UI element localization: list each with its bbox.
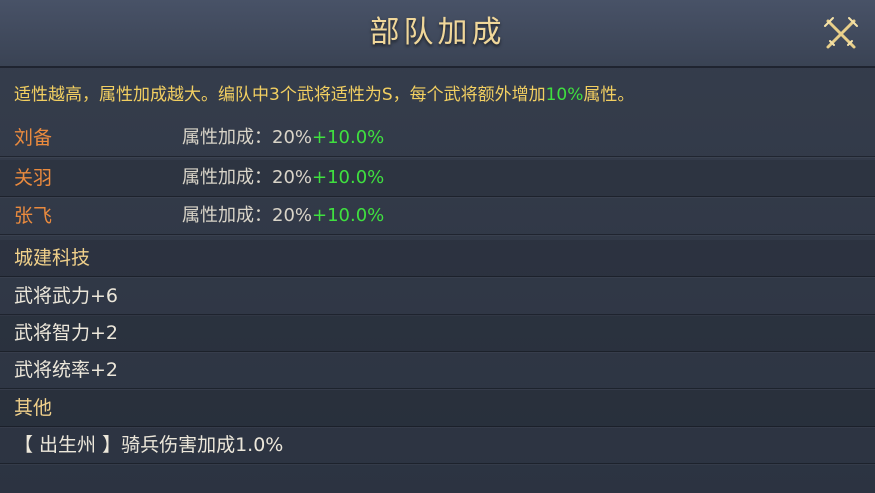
panel-title: 部队加成	[369, 15, 506, 50]
general-name: 关羽	[14, 167, 53, 189]
tech-item: 武将武力+6	[14, 285, 119, 307]
list-item: 武将智力+2	[0, 315, 875, 352]
tech-item: 武将智力+2	[14, 322, 119, 344]
general-bonus: 属性加成：20%+10.0%	[182, 205, 385, 226]
description-suffix: 属性。	[583, 85, 635, 105]
description-highlight: 10%	[545, 85, 584, 105]
crossed-swords-icon	[824, 17, 858, 49]
bonus-description: 适性越高，属性加成越大。编队中3个武将适性为S，每个武将额外增加10%属性。	[14, 80, 864, 105]
bonus-extra: +10.0%	[312, 167, 385, 188]
list-item: 武将统率+2	[0, 352, 875, 389]
close-button[interactable]	[821, 14, 861, 54]
other-item: 【 出生州 】骑兵伤害加成1.0%	[14, 434, 284, 456]
list-item: 武将武力+6	[0, 278, 875, 315]
section-heading-other: 其他	[14, 397, 53, 419]
general-row: 关羽 属性加成：20%+10.0%	[0, 160, 875, 197]
bonus-extra: +10.0%	[312, 127, 385, 148]
description-text: 适性越高，属性加成越大。编队中3个武将适性为S，每个武将额外增加	[14, 85, 546, 105]
tech-item: 武将统率+2	[14, 359, 119, 381]
section-row: 城建科技	[0, 240, 875, 277]
general-bonus: 属性加成：20%+10.0%	[182, 127, 385, 148]
list-item: 【 出生州 】骑兵伤害加成1.0%	[0, 427, 875, 464]
general-row: 张飞 属性加成：20%+10.0%	[0, 198, 875, 235]
general-bonus: 属性加成：20%+10.0%	[182, 167, 385, 188]
general-row: 刘备 属性加成：20%+10.0%	[0, 120, 875, 157]
bonus-extra: +10.0%	[312, 205, 385, 226]
general-name: 张飞	[14, 205, 53, 227]
section-heading-city-tech: 城建科技	[14, 247, 91, 269]
troop-bonus-panel: 部队加成 适性越高，属性加成越大。编队中3个武将适性为S，每个武将额外增加10%…	[0, 0, 875, 493]
section-row: 其他	[0, 390, 875, 427]
general-name: 刘备	[14, 127, 53, 149]
